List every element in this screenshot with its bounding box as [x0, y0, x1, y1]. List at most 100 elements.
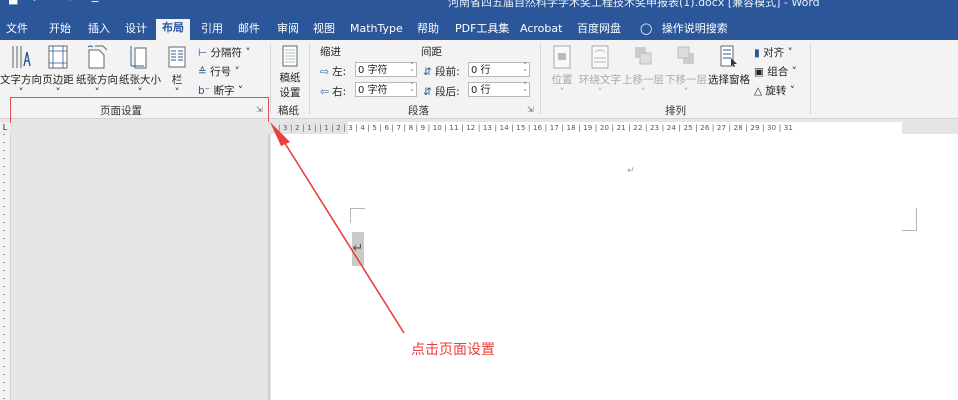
- align-button[interactable]: ▮ 对齐 ˅: [754, 45, 793, 60]
- selection-pane-button[interactable]: 选择窗格: [707, 44, 751, 87]
- vertical-ruler[interactable]: [0, 134, 11, 400]
- group-separator: [270, 44, 271, 114]
- navigation-pane: [11, 122, 270, 400]
- align-label: 对齐: [763, 47, 785, 59]
- tab-acrobat[interactable]: Acrobat: [520, 20, 562, 40]
- tab-design[interactable]: 设计: [125, 20, 147, 40]
- text-direction-label: 文字方向: [0, 74, 42, 86]
- orientation-label: 纸张方向: [76, 74, 118, 86]
- manuscript-icon: [282, 45, 298, 67]
- size-button[interactable]: 纸张大小 ˅: [118, 44, 162, 99]
- tab-help[interactable]: 帮助: [417, 20, 439, 40]
- indent-right-label: ⇦ 右:: [320, 84, 346, 99]
- tab-mailings[interactable]: 邮件: [238, 20, 260, 40]
- vertical-ruler-ticks: [3, 134, 5, 400]
- tab-layout[interactable]: 布局: [156, 19, 190, 40]
- indent-header: 缩进: [320, 46, 341, 58]
- paragraph-group-title: 段落: [408, 105, 429, 117]
- wrap-text-button[interactable]: 环绕文字 ˅: [579, 44, 621, 99]
- hyphenation-icon: b⁻: [198, 85, 211, 97]
- tab-home[interactable]: 开始: [49, 20, 71, 40]
- tab-baidu-netdisk[interactable]: 百度网盘: [577, 20, 621, 40]
- spacing-before-text: 段前:: [435, 66, 460, 78]
- tab-review[interactable]: 审阅: [277, 20, 299, 40]
- send-backward-button[interactable]: 下移一层 ˅: [665, 44, 707, 99]
- spacing-after-spinner-icon[interactable]: ˄ ˅: [524, 83, 528, 97]
- send-backward-label: 下移一层: [665, 74, 707, 86]
- columns-label: 栏: [171, 74, 183, 86]
- tab-references[interactable]: 引用: [201, 20, 223, 40]
- lightbulb-icon: ◯: [640, 22, 653, 35]
- line-numbers-label: 行号: [210, 66, 232, 78]
- tab-file[interactable]: 文件: [6, 20, 28, 40]
- orientation-icon: [87, 45, 108, 69]
- tab-mathtype[interactable]: MathType: [350, 20, 403, 40]
- group-objects-dropdown: ˅: [791, 66, 797, 78]
- spacing-before-label: ⇵ 段前:: [423, 64, 460, 79]
- spacing-after-input[interactable]: 0 行 ˄ ˅: [468, 82, 530, 97]
- group-separator: [540, 44, 541, 114]
- document-page[interactable]: ↵: [271, 134, 958, 400]
- send-backward-icon: [677, 46, 694, 64]
- arrange-group-title: 排列: [665, 105, 686, 117]
- selection-pane-label: 选择窗格: [708, 74, 750, 86]
- size-label: 纸张大小: [119, 74, 161, 86]
- bring-forward-icon: [635, 47, 652, 65]
- spacing-before-input[interactable]: 0 行 ˄ ˅: [468, 62, 530, 77]
- spacing-after-value: 0 行: [471, 85, 491, 96]
- manuscript-group-title: 稿纸: [278, 105, 299, 117]
- tab-insert[interactable]: 插入: [88, 20, 110, 40]
- position-label: 位置: [551, 74, 573, 86]
- spacing-after-text: 段后:: [435, 86, 460, 98]
- indent-left-value: 0 字符: [358, 65, 388, 76]
- crop-mark-left: [350, 208, 365, 223]
- breaks-button[interactable]: ⊢ 分隔符 ˅: [198, 45, 251, 60]
- position-button[interactable]: 位置 ˅: [548, 44, 576, 99]
- customize-qat-icon[interactable]: ≡: [90, 0, 99, 6]
- redo-icon[interactable]: ↷: [64, 0, 73, 6]
- rotate-icon: △: [754, 85, 763, 97]
- bring-forward-button[interactable]: 上移一层 ˅: [622, 44, 664, 99]
- tab-view[interactable]: 视图: [313, 20, 335, 40]
- text-direction-icon: [12, 46, 31, 68]
- selection-pane-icon: [720, 45, 737, 67]
- ribbon-tabs: 文件 开始 插入 设计 布局 引用 邮件 审阅 视图 MathType 帮助 P…: [0, 16, 958, 40]
- spacing-after-icon: ⇵: [423, 86, 432, 98]
- hyphenation-button[interactable]: b⁻ 断字 ˅: [198, 83, 243, 98]
- page-setup-highlight-box: [10, 97, 269, 123]
- indent-left-spinner-icon[interactable]: ˄ ˅: [411, 63, 415, 77]
- margins-button[interactable]: 页边距 ˅: [42, 44, 74, 99]
- indent-right-input[interactable]: 0 字符 ˄ ˅: [355, 82, 417, 97]
- margins-label: 页边距: [42, 74, 74, 86]
- hyphenation-dropdown: ˅: [237, 85, 244, 97]
- group-objects-icon: ▣: [754, 66, 764, 78]
- rotate-button[interactable]: △ 旋转 ˅: [754, 83, 795, 98]
- tab-pdf-tools[interactable]: PDF工具集: [455, 20, 509, 40]
- document-title: 河南省四五届自然科学学术奖工程技术奖申报表(1).docx [兼容模式] - W…: [448, 0, 820, 9]
- line-numbers-button[interactable]: ≙ 行号 ˅: [198, 64, 240, 79]
- undo-icon[interactable]: ↶ ˅: [32, 0, 50, 6]
- columns-button[interactable]: 栏 ˅: [166, 44, 188, 99]
- indent-left-input[interactable]: 0 字符 ˄ ˅: [355, 62, 417, 77]
- orientation-button[interactable]: 纸张方向 ˅: [76, 44, 118, 99]
- annotation-label: 点击页面设置: [411, 342, 495, 358]
- indent-left-label: ⇨ 左:: [320, 64, 346, 79]
- tell-me-search[interactable]: ◯ 操作说明搜索: [640, 20, 728, 40]
- wrap-text-label: 环绕文字: [579, 74, 621, 86]
- text-direction-button[interactable]: 文字方向 ˅: [0, 44, 42, 99]
- tab-selector[interactable]: L: [0, 122, 10, 134]
- manuscript-settings-button[interactable]: 稿纸 设置: [276, 44, 304, 100]
- ruler-right-margin: [902, 122, 958, 134]
- rotate-label: 旋转: [765, 85, 787, 97]
- save-icon[interactable]: ■: [8, 0, 18, 6]
- spacing-before-icon: ⇵: [423, 66, 432, 78]
- paragraph-launcher-icon[interactable]: ⇲: [527, 105, 534, 114]
- pane-divider[interactable]: [268, 134, 270, 400]
- indent-right-text: 右:: [332, 86, 347, 98]
- bring-forward-label: 上移一层: [622, 74, 664, 86]
- indent-right-spinner-icon[interactable]: ˄ ˅: [411, 83, 415, 97]
- rotate-dropdown: ˅: [789, 85, 796, 97]
- group-objects-button[interactable]: ▣ 组合 ˅: [754, 64, 797, 79]
- align-icon: ▮: [754, 47, 760, 59]
- spacing-before-spinner-icon[interactable]: ˄ ˅: [524, 63, 528, 77]
